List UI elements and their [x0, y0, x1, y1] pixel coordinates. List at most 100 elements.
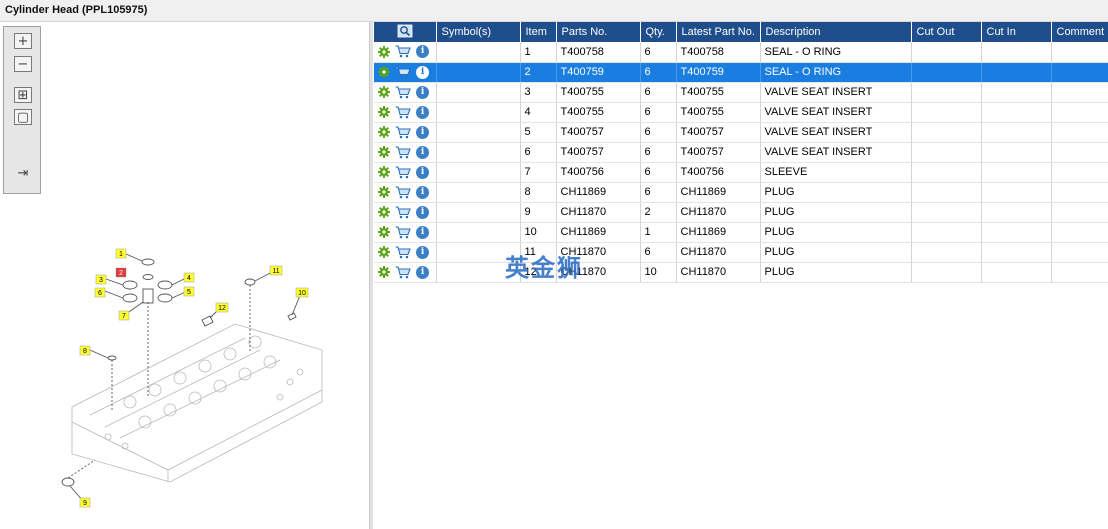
callout-10[interactable]: 10: [295, 287, 309, 298]
table-row[interactable]: i 6 T400757 6 T400757 VALVE SEAT INSERT: [374, 142, 1108, 163]
fit-window-icon[interactable]: ▢: [14, 109, 32, 125]
column-header-actions[interactable]: [374, 22, 437, 42]
callout-9[interactable]: 9: [79, 497, 91, 508]
cart-icon[interactable]: [395, 245, 411, 259]
gear-icon[interactable]: [378, 266, 390, 278]
info-icon[interactable]: i: [416, 45, 430, 59]
cell-description: VALVE SEAT INSERT: [760, 102, 912, 123]
column-header-item[interactable]: Item: [520, 22, 557, 42]
callout-5[interactable]: 5: [183, 286, 195, 297]
cart-icon[interactable]: [395, 185, 411, 199]
info-icon[interactable]: i: [416, 165, 430, 179]
cart-icon[interactable]: [395, 265, 411, 279]
gear-icon[interactable]: [378, 206, 390, 218]
svg-text:6: 6: [98, 290, 102, 297]
cell-parts-no: CH11870: [556, 202, 641, 223]
info-icon[interactable]: i: [416, 145, 430, 159]
cell-cut-out: [911, 162, 982, 183]
cart-icon[interactable]: [395, 165, 411, 179]
cell-symbols: [436, 122, 521, 143]
cell-parts-no: T400755: [556, 82, 641, 103]
row-actions: i: [374, 182, 437, 203]
gear-icon[interactable]: [378, 146, 390, 158]
callout-1[interactable]: 1: [115, 248, 127, 259]
cart-icon[interactable]: [395, 205, 411, 219]
callout-6[interactable]: 6: [94, 287, 106, 298]
column-header-parts-no[interactable]: Parts No.: [556, 22, 641, 42]
search-icon[interactable]: [397, 24, 413, 38]
cart-icon[interactable]: [395, 125, 411, 139]
info-icon[interactable]: i: [416, 205, 430, 219]
table-row[interactable]: i 10 CH11869 1 CH11869 PLUG: [374, 222, 1108, 243]
callout-12[interactable]: 12: [215, 302, 229, 313]
callout-7[interactable]: 7: [118, 310, 130, 321]
gear-icon[interactable]: [378, 126, 390, 138]
cell-cut-in: [981, 142, 1052, 163]
callout-2[interactable]: 2: [115, 267, 127, 278]
cell-description: PLUG: [760, 262, 912, 283]
info-icon[interactable]: i: [416, 125, 430, 139]
cart-icon[interactable]: [395, 105, 411, 119]
table-row[interactable]: i 9 CH11870 2 CH11870 PLUG: [374, 202, 1108, 223]
info-icon[interactable]: i: [416, 85, 430, 99]
illustration-pane[interactable]: + − ⊞ ▢ ⇥ 1 2 3 4 5 6 7 8 9 10 11 12: [0, 22, 370, 529]
svg-text:9: 9: [83, 500, 87, 507]
column-header-latest-part-no[interactable]: Latest Part No.: [676, 22, 761, 42]
info-icon[interactable]: i: [416, 245, 430, 259]
cell-parts-no: T400757: [556, 142, 641, 163]
info-icon[interactable]: i: [416, 265, 430, 279]
gear-icon[interactable]: [378, 246, 390, 258]
callout-4[interactable]: 4: [183, 272, 195, 283]
row-actions: i: [374, 42, 437, 63]
cell-item: 3: [520, 82, 557, 103]
gear-icon[interactable]: [378, 226, 390, 238]
info-icon[interactable]: i: [416, 225, 430, 239]
cell-symbols: [436, 162, 521, 183]
column-header-comment[interactable]: Comment: [1051, 22, 1108, 42]
cell-item: 9: [520, 202, 557, 223]
cell-cut-out: [911, 42, 982, 63]
table-row[interactable]: i 11 CH11870 6 CH11870 PLUG: [374, 242, 1108, 263]
info-icon[interactable]: i: [416, 65, 430, 79]
table-row[interactable]: i 12 CH11870 10 CH11870 PLUG: [374, 262, 1108, 283]
column-header-cut-in[interactable]: Cut In: [981, 22, 1052, 42]
table-row[interactable]: i 1 T400758 6 T400758 SEAL - O RING: [374, 42, 1108, 63]
table-row[interactable]: i 3 T400755 6 T400755 VALVE SEAT INSERT: [374, 82, 1108, 103]
info-icon[interactable]: i: [416, 105, 430, 119]
cart-icon[interactable]: [395, 65, 411, 79]
cell-symbols: [436, 62, 521, 83]
column-header-description[interactable]: Description: [760, 22, 912, 42]
callout-11[interactable]: 11: [269, 265, 283, 276]
table-row[interactable]: i 7 T400756 6 T400756 SLEEVE: [374, 162, 1108, 183]
info-icon[interactable]: i: [416, 185, 430, 199]
callout-3[interactable]: 3: [95, 274, 107, 285]
cart-icon[interactable]: [395, 45, 411, 58]
zoom-in-icon[interactable]: +: [14, 33, 32, 49]
column-header-symbols[interactable]: Symbol(s): [436, 22, 521, 42]
cart-icon[interactable]: [395, 225, 411, 239]
zoom-out-icon[interactable]: −: [14, 56, 32, 72]
column-header-qty[interactable]: Qty.: [640, 22, 677, 42]
gear-icon[interactable]: [378, 66, 390, 78]
callout-8[interactable]: 8: [79, 345, 91, 356]
table-row[interactable]: i 8 CH11869 6 CH11869 PLUG: [374, 182, 1108, 203]
gear-icon[interactable]: [378, 186, 390, 198]
export-icon[interactable]: ⇥: [14, 165, 32, 181]
table-row[interactable]: i 2 T400759 6 T400759 SEAL - O RING: [374, 62, 1108, 83]
gear-icon[interactable]: [378, 166, 390, 178]
cart-icon[interactable]: [395, 145, 411, 159]
cell-parts-no: T400758: [556, 42, 641, 63]
table-row[interactable]: i 4 T400755 6 T400755 VALVE SEAT INSERT: [374, 102, 1108, 123]
fit-all-icon[interactable]: ⊞: [14, 87, 32, 103]
table-row[interactable]: i 5 T400757 6 T400757 VALVE SEAT INSERT: [374, 122, 1108, 143]
column-header-cut-out[interactable]: Cut Out: [911, 22, 982, 42]
cell-comment: [1051, 182, 1108, 203]
gear-icon[interactable]: [378, 86, 390, 98]
gear-icon[interactable]: [378, 45, 390, 58]
gear-icon[interactable]: [378, 106, 390, 118]
table-header-row: Symbol(s) Item Parts No. Qty. Latest Par…: [374, 22, 1108, 42]
cell-parts-no: CH11869: [556, 182, 641, 203]
pane-splitter[interactable]: [370, 22, 373, 529]
cell-description: SLEEVE: [760, 162, 912, 183]
cart-icon[interactable]: [395, 85, 411, 99]
